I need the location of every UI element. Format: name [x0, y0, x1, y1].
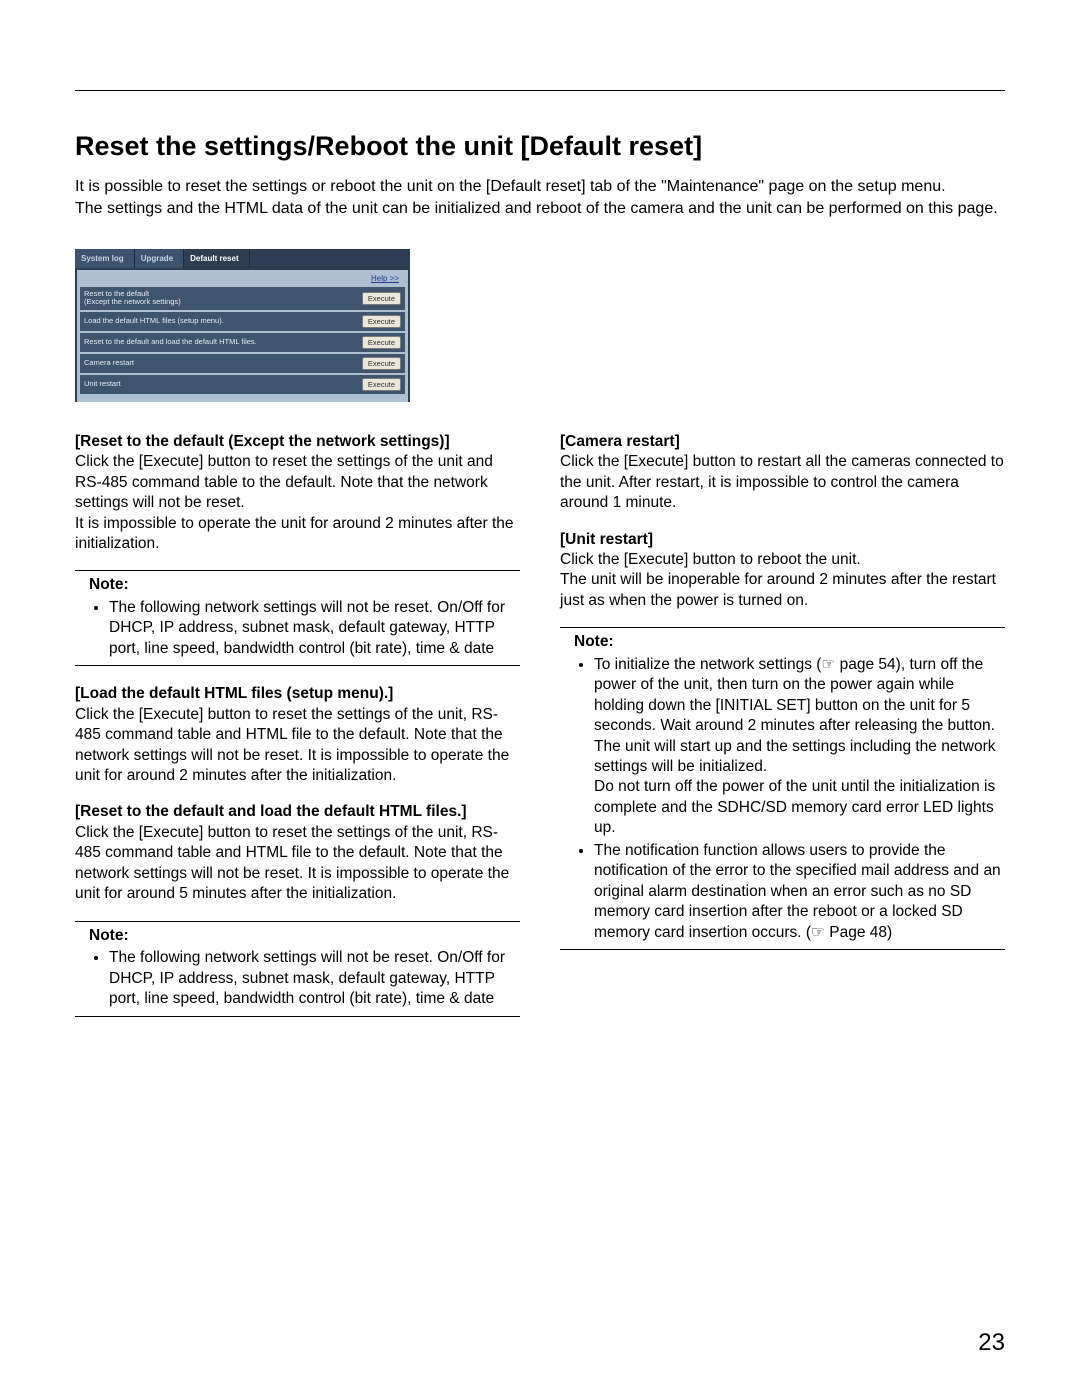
heading-load-html: [Load the default HTML files (setup menu… — [75, 685, 393, 702]
row-label: Reset to the default(Except the network … — [84, 290, 362, 307]
note-list: To initialize the network settings (☞ pa… — [560, 655, 1005, 943]
tab-upgrade[interactable]: Upgrade — [135, 249, 184, 268]
intro-text: It is possible to reset the settings or … — [75, 176, 1005, 219]
tab-system-log[interactable]: System log — [75, 249, 135, 268]
top-rule — [75, 90, 1005, 91]
heading-unit-restart: [Unit restart] — [560, 531, 653, 548]
divider — [75, 1016, 520, 1017]
divider — [75, 570, 520, 571]
row-camera-restart: Camera restart Execute — [80, 354, 405, 373]
tab-default-reset[interactable]: Default reset — [184, 249, 249, 268]
note-item: The following network settings will not … — [109, 948, 520, 1009]
heading-camera-restart: [Camera restart] — [560, 433, 680, 450]
help-link[interactable]: Help >> — [80, 272, 405, 287]
body-reset-default: Click the [Execute] button to reset the … — [75, 453, 514, 552]
note-item: The following network settings will not … — [109, 598, 520, 659]
note-list: The following network settings will not … — [75, 948, 520, 1009]
row-unit-restart: Unit restart Execute — [80, 375, 405, 394]
right-column: [Camera restart] Click the [Execute] but… — [560, 432, 1005, 1035]
execute-button[interactable]: Execute — [362, 336, 401, 349]
heading-reset-and-load: [Reset to the default and load the defau… — [75, 803, 467, 820]
note-list: The following network settings will not … — [75, 598, 520, 659]
row-load-html: Load the default HTML files (setup menu)… — [80, 312, 405, 331]
divider — [560, 627, 1005, 628]
row-label: Reset to the default and load the defaul… — [84, 338, 362, 346]
divider — [75, 921, 520, 922]
note-label: Note: — [75, 926, 520, 946]
execute-button[interactable]: Execute — [362, 315, 401, 328]
row-label: Camera restart — [84, 359, 362, 367]
note-label: Note: — [75, 575, 520, 595]
body-reset-and-load: Click the [Execute] button to reset the … — [75, 824, 509, 902]
panel-tabs: System log Upgrade Default reset — [75, 249, 410, 268]
page-title: Reset the settings/Reboot the unit [Defa… — [75, 131, 1005, 162]
note-label: Note: — [560, 632, 1005, 652]
row-reset-and-load: Reset to the default and load the defaul… — [80, 333, 405, 352]
row-label: Unit restart — [84, 380, 362, 388]
body-load-html: Click the [Execute] button to reset the … — [75, 706, 509, 784]
note-item: The notification function allows users t… — [594, 841, 1005, 943]
execute-button[interactable]: Execute — [362, 292, 401, 305]
divider — [75, 665, 520, 666]
default-reset-panel: System log Upgrade Default reset Help >>… — [75, 249, 410, 402]
row-label: Load the default HTML files (setup menu)… — [84, 317, 362, 325]
body-camera-restart: Click the [Execute] button to restart al… — [560, 453, 1004, 511]
left-column: [Reset to the default (Except the networ… — [75, 432, 520, 1035]
execute-button[interactable]: Execute — [362, 357, 401, 370]
panel-body: Help >> Reset to the default(Except the … — [77, 270, 408, 402]
note-item: To initialize the network settings (☞ pa… — [594, 655, 1005, 839]
row-reset-default: Reset to the default(Except the network … — [80, 287, 405, 310]
heading-reset-default: [Reset to the default (Except the networ… — [75, 433, 450, 450]
execute-button[interactable]: Execute — [362, 378, 401, 391]
body-unit-restart: Click the [Execute] button to reboot the… — [560, 551, 996, 609]
divider — [560, 949, 1005, 950]
page-number: 23 — [978, 1329, 1005, 1357]
